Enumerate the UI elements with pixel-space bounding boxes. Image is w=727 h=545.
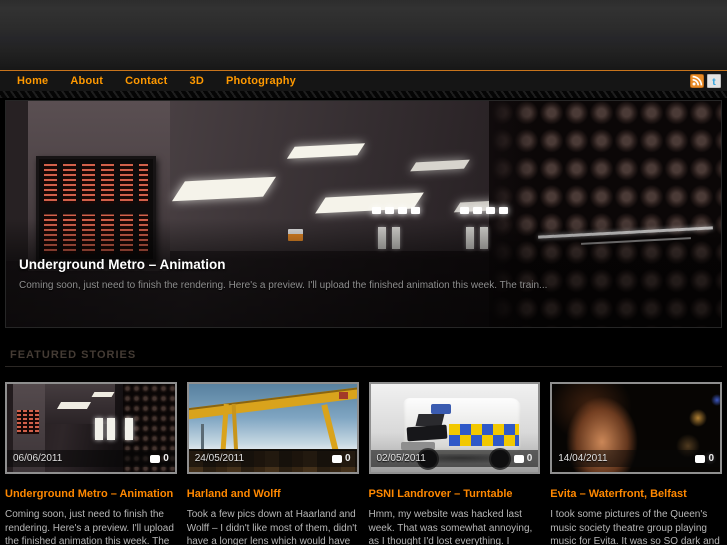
story-title[interactable]: Evita – Waterfront, Belfast xyxy=(550,488,722,500)
main-nav: Home About Contact 3D Photography t xyxy=(0,71,727,91)
story-excerpt: Took a few pics down at Haarland and Wol… xyxy=(186,509,357,545)
hero-title[interactable]: Underground Metro – Animation xyxy=(19,257,708,272)
comment-count[interactable]: 0 xyxy=(150,453,169,464)
social-links: t xyxy=(690,74,721,88)
thumb-art xyxy=(338,392,348,399)
thumb-meta-bar: 02/05/2011 0 xyxy=(370,450,539,467)
story-title[interactable]: Underground Metro – Animation xyxy=(5,488,177,500)
comment-bubble-icon xyxy=(331,454,342,463)
nav-item-home[interactable]: Home xyxy=(17,75,48,87)
featured-stories-row: 06/06/2011 0 Underground Metro – Animati… xyxy=(5,382,722,545)
story-excerpt: Coming soon, just need to finish the ren… xyxy=(5,509,174,545)
story-date: 14/04/2011 xyxy=(558,453,608,464)
comment-count[interactable]: 0 xyxy=(695,453,714,464)
comment-bubble-icon xyxy=(513,454,524,463)
thumb-art xyxy=(406,424,447,442)
thumb-art xyxy=(448,424,519,435)
hero-caption-shade xyxy=(6,101,721,327)
thumb-meta-bar: 06/06/2011 0 xyxy=(7,450,175,467)
story-card: 14/04/2011 0 Evita – Waterfront, Belfast… xyxy=(550,382,722,545)
comment-count[interactable]: 0 xyxy=(513,453,532,464)
thumb-art xyxy=(17,410,39,434)
hero-slide[interactable]: Underground Metro – Animation Coming soo… xyxy=(5,100,722,328)
comment-bubble-icon xyxy=(695,454,706,463)
thumb-art xyxy=(125,418,133,440)
story-thumbnail-evita[interactable]: 14/04/2011 0 xyxy=(550,382,722,474)
nav-item-about[interactable]: About xyxy=(70,75,103,87)
comment-bubble-icon xyxy=(150,454,161,463)
thumb-meta-bar: 24/05/2011 0 xyxy=(188,450,357,467)
thumb-art xyxy=(448,435,519,446)
story-date: 02/05/2011 xyxy=(376,453,426,464)
svg-text:t: t xyxy=(712,76,716,88)
featured-stories-heading: FEATURED STORIES xyxy=(10,349,137,361)
hero-caption: Underground Metro – Animation Coming soo… xyxy=(19,257,708,291)
hero-subtitle: Coming soon, just need to finish the ren… xyxy=(19,280,548,291)
nav-item-3d[interactable]: 3D xyxy=(190,75,204,87)
comment-count[interactable]: 0 xyxy=(331,453,351,464)
story-excerpt: I took some pictures of the Queen's musi… xyxy=(550,509,720,545)
featured-rule xyxy=(5,366,722,367)
story-date: 24/05/2011 xyxy=(194,453,245,464)
story-thumbnail-metro[interactable]: 06/06/2011 0 xyxy=(5,382,177,474)
thumb-art xyxy=(56,402,92,409)
story-thumbnail-cranes[interactable]: 24/05/2011 0 xyxy=(186,382,359,474)
site-header xyxy=(0,0,727,71)
thumb-art xyxy=(430,404,451,414)
nav-item-contact[interactable]: Contact xyxy=(125,75,167,87)
story-card: 06/06/2011 0 Underground Metro – Animati… xyxy=(5,382,177,545)
rss-icon[interactable] xyxy=(690,74,704,88)
thumb-meta-bar: 14/04/2011 0 xyxy=(552,450,720,467)
story-date: 06/06/2011 xyxy=(13,453,63,464)
twitter-icon[interactable]: t xyxy=(707,74,721,88)
thumb-art xyxy=(91,392,115,397)
story-title[interactable]: Harland and Wolff xyxy=(187,488,359,500)
thumb-art xyxy=(188,387,357,420)
nav-item-photography[interactable]: Photography xyxy=(226,75,296,87)
story-thumbnail-landrover[interactable]: 02/05/2011 0 xyxy=(368,382,541,474)
hatch-divider xyxy=(0,91,727,98)
thumb-art xyxy=(107,418,115,440)
story-card: 02/05/2011 0 PSNI Landrover – Turntable … xyxy=(368,382,541,545)
thumb-art xyxy=(45,384,115,424)
story-card: 24/05/2011 0 Harland and Wolff Took a fe… xyxy=(186,382,359,545)
thumb-art xyxy=(95,418,103,440)
story-excerpt: Hmm, my website was hacked last week. Th… xyxy=(368,509,533,545)
story-title[interactable]: PSNI Landrover – Turntable xyxy=(369,488,541,500)
